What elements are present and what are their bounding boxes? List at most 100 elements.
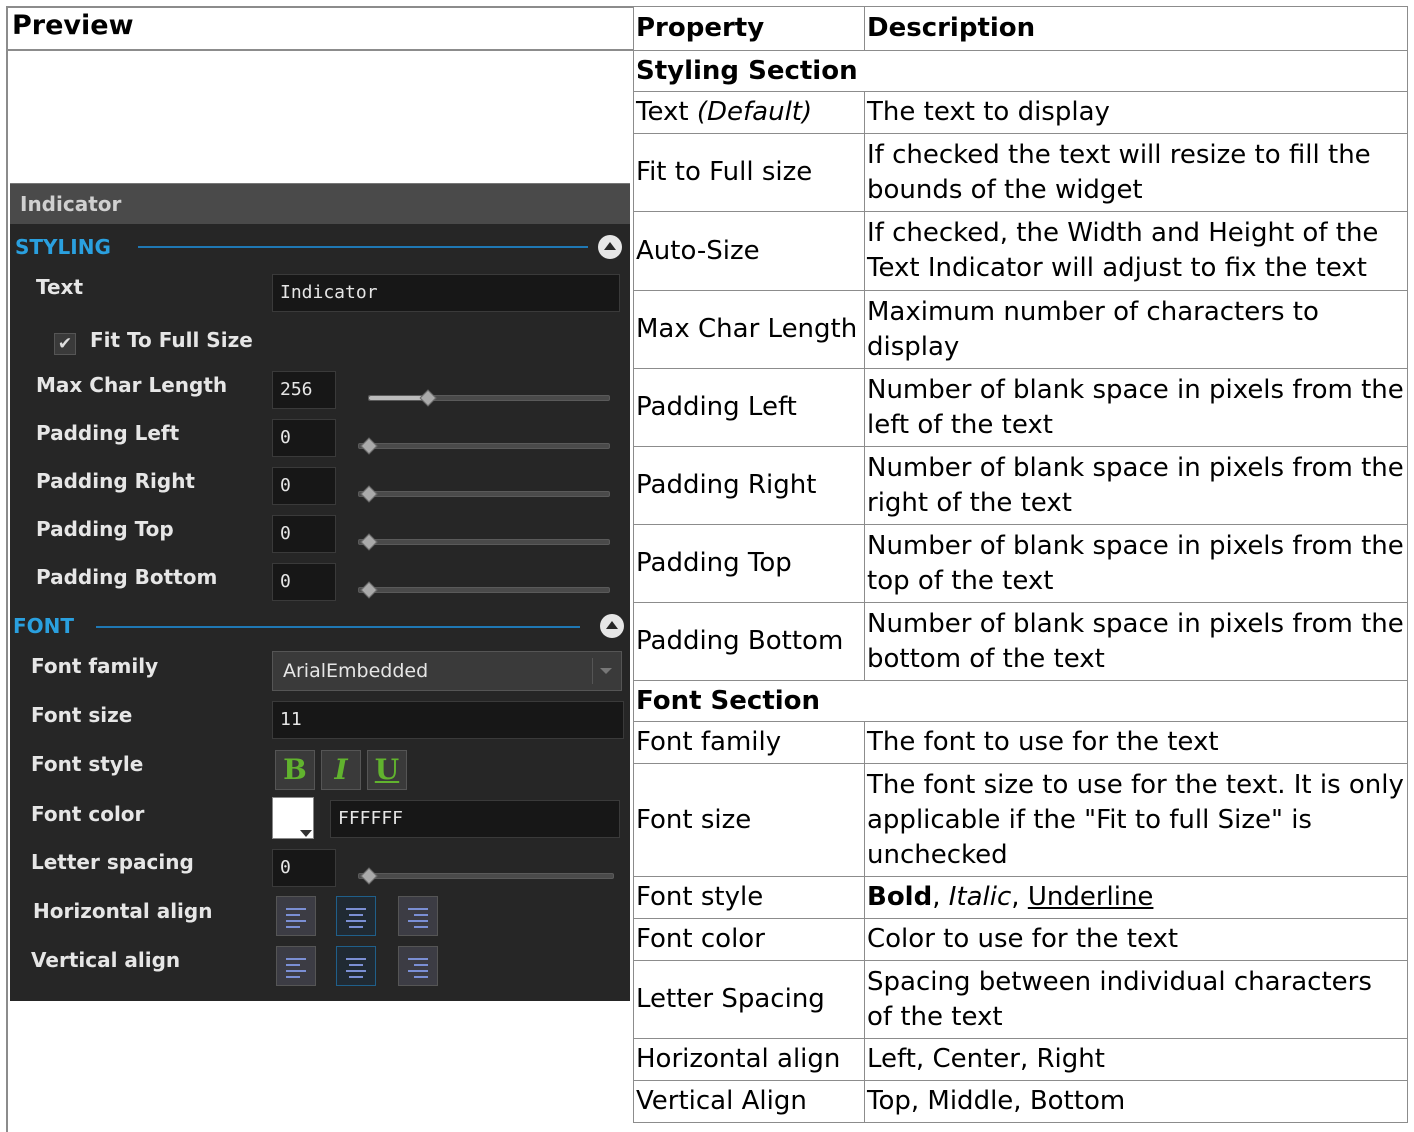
styling-section-header[interactable]: STYLING	[15, 235, 111, 259]
align-left-button[interactable]	[276, 896, 316, 936]
collapse-up-icon[interactable]	[600, 614, 624, 638]
font-size-input[interactable]: 11	[272, 701, 624, 739]
padding-top-input[interactable]: 0	[272, 515, 336, 553]
max-char-length-input[interactable]: 256	[272, 371, 336, 409]
fit-to-full-size-checkbox[interactable]: ✔	[54, 333, 76, 355]
section-divider	[138, 246, 588, 248]
property-description: Color to use for the text	[864, 918, 1408, 961]
font-family-dropdown[interactable]: ArialEmbedded	[272, 651, 622, 691]
align-right-button[interactable]	[398, 896, 438, 936]
padding-right-input[interactable]: 0	[272, 467, 336, 505]
text-input[interactable]: Indicator	[272, 274, 620, 312]
dropdown-divider	[592, 658, 593, 684]
preview-header: Preview	[12, 10, 134, 41]
fit-to-full-size-label: Fit To Full Size	[90, 328, 253, 352]
slider-thumb[interactable]	[360, 867, 378, 885]
property-name: Padding Right	[633, 446, 865, 525]
table-row: Padding Top Number of blank space in pix…	[633, 524, 1408, 603]
font-style-label: Font style	[31, 752, 144, 776]
style-underline-text: Underline	[1027, 882, 1154, 912]
padding-left-slider[interactable]	[358, 437, 610, 455]
padding-top-label: Padding Top	[36, 517, 174, 541]
style-italic-text: Italic	[948, 882, 1012, 912]
font-color-swatch[interactable]	[272, 797, 314, 839]
table-row: Auto-Size If checked, the Width and Heig…	[633, 211, 1408, 291]
property-description: Top, Middle, Bottom	[864, 1080, 1408, 1123]
slider-thumb[interactable]	[360, 533, 378, 551]
property-name: Max Char Length	[633, 290, 865, 369]
property-description: Spacing between individual characters of…	[864, 960, 1408, 1039]
styling-section-title: Styling Section	[633, 50, 1408, 92]
checkmark-icon: ✔	[57, 334, 73, 354]
slider-thumb[interactable]	[360, 437, 378, 455]
padding-right-slider[interactable]	[358, 485, 610, 503]
bold-button[interactable]: B	[275, 750, 315, 790]
table-row: Letter Spacing Spacing between individua…	[633, 960, 1408, 1039]
property-description: Number of blank space in pixels from the…	[864, 446, 1408, 525]
property-name: Font size	[633, 763, 865, 877]
align-top-button[interactable]	[276, 946, 316, 986]
letter-spacing-slider[interactable]	[358, 867, 614, 885]
table-row: Font color Color to use for the text	[633, 918, 1408, 961]
padding-bottom-input[interactable]: 0	[272, 563, 336, 601]
table-row: Font family The font to use for the text	[633, 721, 1408, 764]
property-description: Bold, Italic, Underline	[864, 876, 1408, 919]
collapse-up-icon[interactable]	[598, 235, 622, 259]
slider-thumb[interactable]	[419, 389, 437, 407]
table-row: Padding Bottom Number of blank space in …	[633, 602, 1408, 681]
table-row: Text (Default) The text to display	[633, 91, 1408, 134]
property-description: If checked, the Width and Height of the …	[864, 211, 1408, 291]
table-row: Font size The font size to use for the t…	[633, 763, 1408, 877]
padding-left-label: Padding Left	[36, 421, 180, 445]
font-section-header[interactable]: FONT	[13, 614, 74, 638]
description-column-header: Description	[864, 6, 1408, 51]
underline-button[interactable]: U	[367, 750, 407, 790]
property-description: Number of blank space in pixels from the…	[864, 368, 1408, 447]
property-name: Padding Left	[633, 368, 865, 447]
property-description: Left, Center, Right	[864, 1038, 1408, 1081]
section-divider	[96, 626, 580, 628]
vertical-align-label: Vertical align	[31, 948, 181, 972]
align-center-button[interactable]	[336, 896, 376, 936]
font-section-title: Font Section	[633, 680, 1408, 722]
font-color-label: Font color	[31, 802, 145, 826]
align-bottom-button[interactable]	[398, 946, 438, 986]
table-row: Horizontal align Left, Center, Right	[633, 1038, 1408, 1081]
property-name: Letter Spacing	[633, 960, 865, 1039]
horizontal-align-label: Horizontal align	[33, 899, 213, 923]
table-row: Vertical Align Top, Middle, Bottom	[633, 1080, 1408, 1123]
property-name: Font family	[633, 721, 865, 764]
font-family-value: ArialEmbedded	[283, 660, 429, 682]
property-name: Vertical Align	[633, 1080, 865, 1123]
separator: ,	[1011, 882, 1028, 912]
property-description: The text to display	[864, 91, 1408, 134]
padding-left-input[interactable]: 0	[272, 419, 336, 457]
font-family-label: Font family	[31, 654, 159, 678]
padding-bottom-slider[interactable]	[358, 581, 610, 599]
property-name: Padding Top	[633, 524, 865, 603]
panel-title-bar: Indicator	[10, 183, 630, 224]
max-char-length-slider[interactable]	[368, 389, 610, 407]
property-name: Font color	[633, 918, 865, 961]
panel-title: Indicator	[20, 192, 122, 216]
table-row: Padding Left Number of blank space in pi…	[633, 368, 1408, 447]
align-middle-button[interactable]	[336, 946, 376, 986]
property-description: The font to use for the text	[864, 721, 1408, 764]
property-default-note: (Default)	[696, 97, 813, 127]
chevron-down-icon	[600, 668, 612, 674]
padding-bottom-label: Padding Bottom	[36, 565, 218, 589]
property-name: Padding Bottom	[633, 602, 865, 681]
property-name: Horizontal align	[633, 1038, 865, 1081]
property-description: Number of blank space in pixels from the…	[864, 524, 1408, 603]
slider-thumb[interactable]	[360, 485, 378, 503]
separator: ,	[932, 882, 949, 912]
letter-spacing-input[interactable]: 0	[272, 849, 336, 887]
text-label: Text	[36, 275, 84, 299]
slider-thumb[interactable]	[360, 581, 378, 599]
property-description: Maximum number of characters to display	[864, 290, 1408, 369]
font-color-input[interactable]: FFFFFF	[330, 800, 620, 838]
property-description: Number of blank space in pixels from the…	[864, 602, 1408, 681]
padding-top-slider[interactable]	[358, 533, 610, 551]
property-column-header: Property	[633, 6, 865, 51]
italic-button[interactable]: I	[321, 750, 361, 790]
